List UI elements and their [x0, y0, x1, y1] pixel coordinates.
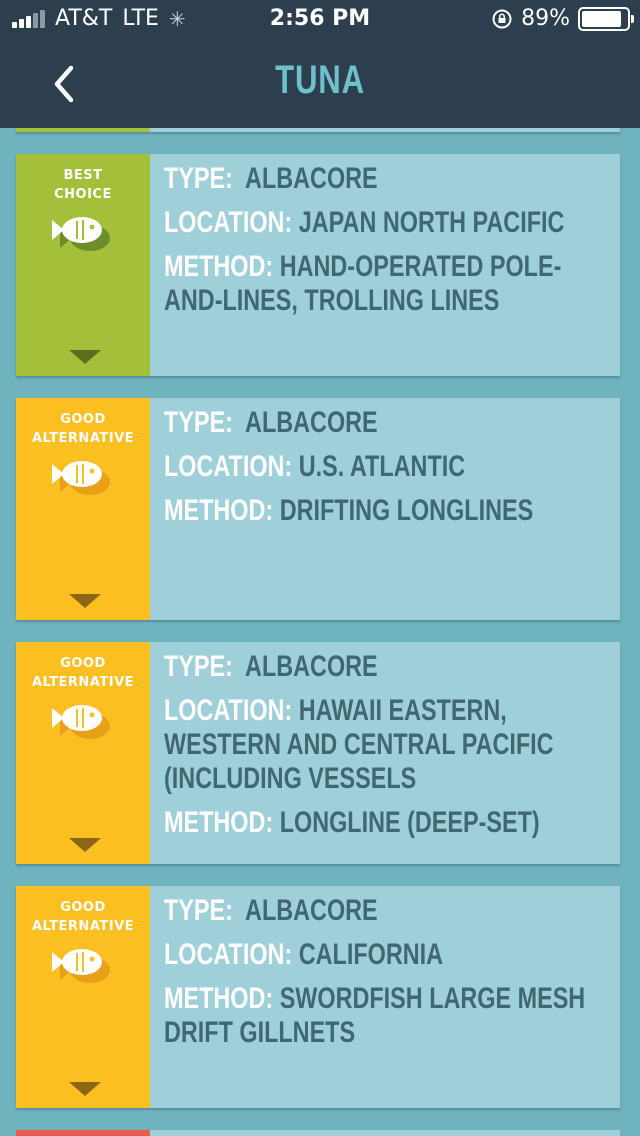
list-item-partial[interactable] — [16, 1130, 620, 1136]
location-value: JAPAN NORTH PACIFIC — [298, 206, 565, 239]
list-item[interactable]: GOOD ALTERNATIVE TYPE: ALBACORE LOCATION… — [16, 886, 620, 1108]
type-row: TYPE: ALBACORE — [164, 894, 378, 927]
rating-label-line1: BEST — [63, 168, 103, 183]
method-row: METHOD: HAND-OPERATED POLE-AND-LINES, TR… — [164, 250, 562, 317]
carrier-label: AT&T — [55, 6, 113, 31]
list-item-partial[interactable] — [16, 128, 620, 132]
type-value: ALBACORE — [245, 650, 378, 683]
network-label: LTE — [122, 6, 159, 31]
rating-label-line2: ALTERNATIVE — [31, 919, 135, 934]
location-row: LOCATION: JAPAN NORTH PACIFIC — [164, 206, 565, 239]
recommendation-list[interactable]: BEST CHOICE TYPE: ALBACORE LOCATION: JAP… — [0, 128, 640, 1136]
method-row: METHOD: LONGLINE (DEEP-SET) — [164, 806, 540, 839]
location-value: CALIFORNIA — [298, 938, 444, 971]
rating-badge: BEST CHOICE — [16, 154, 150, 376]
list-item[interactable]: BEST CHOICE TYPE: ALBACORE LOCATION: JAP… — [16, 154, 620, 376]
list-item[interactable]: GOOD ALTERNATIVE TYPE: ALBACORE LOCATION… — [16, 642, 620, 864]
type-row: TYPE: ALBACORE — [164, 406, 378, 439]
method-value: LONGLINE (DEEP-SET) — [279, 806, 540, 839]
expand-arrow-icon[interactable] — [69, 838, 101, 852]
type-value: ALBACORE — [245, 894, 378, 927]
rating-label-line1: GOOD — [60, 412, 106, 427]
status-bar: AT&T LTE ✳ 2:56 PM 89% — [0, 0, 640, 40]
location-row: LOCATION: HAWAII EASTERN, WESTERN AND CE… — [164, 694, 554, 795]
type-row: TYPE: ALBACORE — [164, 162, 378, 195]
rating-badge: GOOD ALTERNATIVE — [16, 642, 150, 864]
fish-icon — [52, 461, 110, 495]
rotation-lock-icon — [492, 9, 512, 28]
activity-spinner-icon: ✳ — [168, 6, 186, 31]
fish-icon — [52, 217, 110, 251]
rating-badge: GOOD ALTERNATIVE — [16, 886, 150, 1108]
method-value: DRIFTING LONGLINES — [279, 494, 534, 527]
battery-percent: 89% — [521, 6, 570, 31]
type-value: ALBACORE — [245, 162, 378, 195]
battery-icon — [578, 6, 634, 31]
navigation-bar: TUNA — [0, 40, 640, 128]
type-row: TYPE: ALBACORE — [164, 650, 378, 683]
signal-strength-icon — [12, 9, 45, 28]
expand-arrow-icon[interactable] — [69, 594, 101, 608]
expand-arrow-icon[interactable] — [69, 1082, 101, 1096]
location-row: LOCATION: U.S. ATLANTIC — [164, 450, 466, 483]
rating-label-line2: CHOICE — [54, 187, 112, 202]
rating-label-line2: ALTERNATIVE — [31, 675, 135, 690]
expand-arrow-icon[interactable] — [69, 350, 101, 364]
fish-icon — [52, 705, 110, 739]
rating-label-line2: ALTERNATIVE — [31, 431, 135, 446]
rating-badge: GOOD ALTERNATIVE — [16, 398, 150, 620]
location-value: U.S. ATLANTIC — [298, 450, 466, 483]
rating-label-line1: GOOD — [60, 900, 106, 915]
rating-label-line1: GOOD — [60, 656, 106, 671]
fish-icon — [52, 949, 110, 983]
method-row: METHOD: DRIFTING LONGLINES — [164, 494, 534, 527]
page-title: TUNA — [275, 58, 365, 102]
method-row: METHOD: SWORDFISH LARGE MESH DRIFT GILLN… — [164, 982, 586, 1049]
type-value: ALBACORE — [245, 406, 378, 439]
list-item[interactable]: GOOD ALTERNATIVE TYPE: ALBACORE LOCATION… — [16, 398, 620, 620]
location-row: LOCATION: CALIFORNIA — [164, 938, 444, 971]
